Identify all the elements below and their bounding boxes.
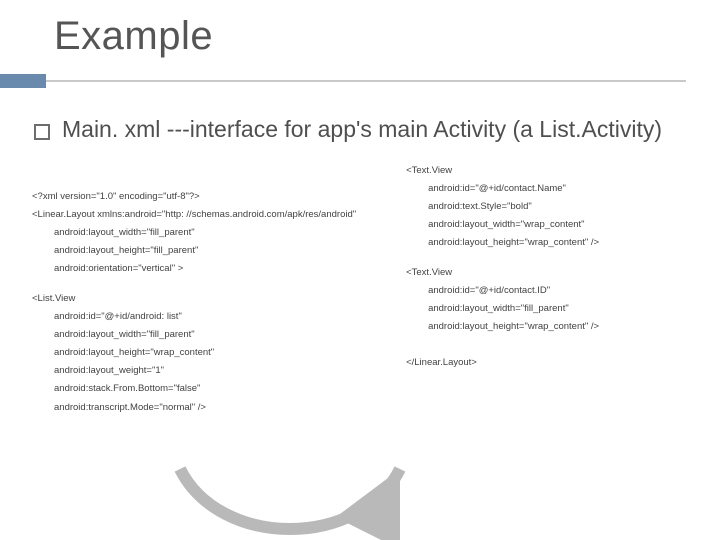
- code-line: android:id="@+id/contact.Name": [406, 180, 700, 198]
- code-line: android:text.Style="bold": [406, 198, 700, 216]
- bullet-item: Main. xml ---interface for app's main Ac…: [34, 116, 680, 144]
- code-left-column: <?xml version="1.0" encoding="utf-8"?> <…: [32, 188, 406, 520]
- code-line: </Linear.Layout>: [406, 354, 700, 372]
- code-right-column: <Text.View android:id="@+id/contact.Name…: [406, 162, 700, 494]
- accent-bar: [0, 74, 46, 88]
- code-line: android:layout_width="wrap_content": [406, 216, 700, 234]
- code-line: android:transcript.Mode="normal" />: [32, 399, 406, 417]
- code-line: <?xml version="1.0" encoding="utf-8"?>: [32, 188, 406, 206]
- code-line: android:layout_height="wrap_content": [32, 344, 406, 362]
- code-line: android:layout_width="fill_parent": [406, 300, 700, 318]
- code-columns: <?xml version="1.0" encoding="utf-8"?> <…: [32, 188, 700, 520]
- code-line: android:id="@+id/contact.ID": [406, 282, 700, 300]
- bullet-text: Main. xml ---interface for app's main Ac…: [62, 116, 662, 144]
- code-line: <Linear.Layout xmlns:android="http: //sc…: [32, 206, 406, 224]
- code-line: <List.View: [32, 290, 406, 308]
- code-line: android:orientation="vertical" >: [32, 260, 406, 278]
- code-line: android:layout_weight="1": [32, 362, 406, 380]
- code-line: android:layout_width="fill_parent": [32, 326, 406, 344]
- code-line: android:layout_height="wrap_content" />: [406, 234, 700, 252]
- code-line: android:layout_width="fill_parent": [32, 224, 406, 242]
- code-line: android:stack.From.Bottom="false": [32, 380, 406, 398]
- code-line: android:layout_height="fill_parent": [32, 242, 406, 260]
- slide-title: Example: [54, 14, 213, 59]
- code-line: <Text.View: [406, 264, 700, 282]
- divider: [46, 80, 686, 82]
- code-line: <Text.View: [406, 162, 700, 180]
- slide: Example Main. xml ---interface for app's…: [0, 0, 720, 540]
- code-line: android:id="@+id/android: list": [32, 308, 406, 326]
- bullet-square-icon: [34, 124, 50, 140]
- code-line: android:layout_height="wrap_content" />: [406, 318, 700, 336]
